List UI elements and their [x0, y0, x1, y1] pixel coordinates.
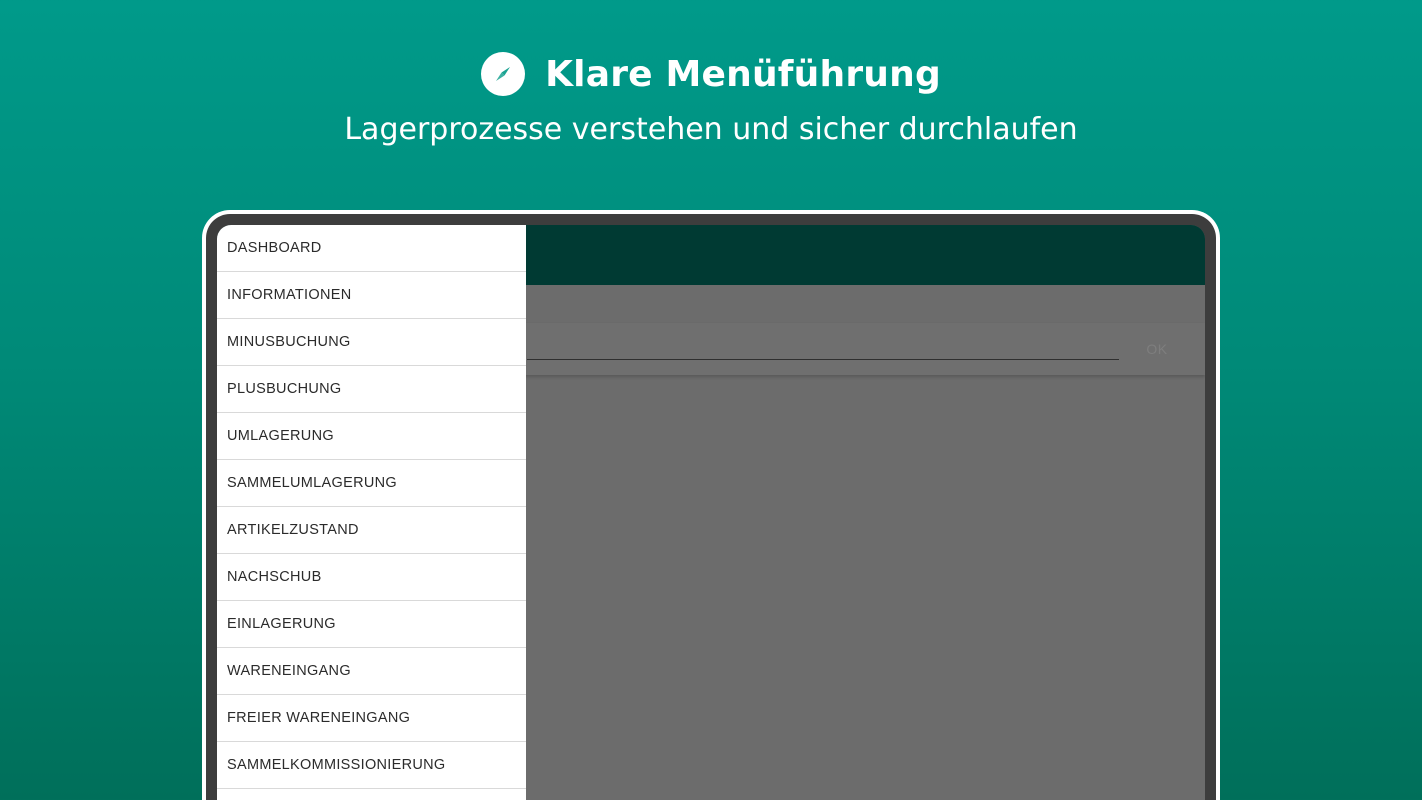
menu-item-artikelzustand[interactable]: ARTIKELZUSTAND: [217, 507, 526, 554]
page-subtitle: Lagerprozesse verstehen und sicher durch…: [344, 112, 1078, 147]
tablet-frame: OK DASHBOARD INFORMATIONEN MINUSBUCHUNG …: [202, 210, 1220, 800]
menu-item-einlagerung[interactable]: EINLAGERUNG: [217, 601, 526, 648]
tablet-bezel: OK DASHBOARD INFORMATIONEN MINUSBUCHUNG …: [206, 214, 1216, 800]
menu-item-sammelumlagerung[interactable]: SAMMELUMLAGERUNG: [217, 460, 526, 507]
menu-item-minusbuchung[interactable]: MINUSBUCHUNG: [217, 319, 526, 366]
menu-item-dashboard[interactable]: DASHBOARD: [217, 225, 526, 272]
menu-item-informationen[interactable]: INFORMATIONEN: [217, 272, 526, 319]
navigation-drawer: DASHBOARD INFORMATIONEN MINUSBUCHUNG PLU…: [217, 225, 526, 800]
headline: Klare Menüführung: [0, 52, 1422, 96]
menu-item-plusbuchung[interactable]: PLUSBUCHUNG: [217, 366, 526, 413]
compass-icon: [481, 52, 526, 96]
menu-item-nachschub[interactable]: NACHSCHUB: [217, 554, 526, 601]
search-input[interactable]: [527, 359, 1119, 360]
menu-item-freier-wareneingang[interactable]: FREIER WARENEINGANG: [217, 695, 526, 742]
menu-item-umlagerung[interactable]: UMLAGERUNG: [217, 413, 526, 460]
page-title: Klare Menüführung: [545, 53, 941, 95]
ok-button[interactable]: OK: [1129, 337, 1185, 361]
app-screen: OK DASHBOARD INFORMATIONEN MINUSBUCHUNG …: [217, 225, 1205, 800]
menu-item-wareneingang[interactable]: WARENEINGANG: [217, 648, 526, 695]
menu-item-sammelkommissionierung[interactable]: SAMMELKOMMISSIONIERUNG: [217, 742, 526, 789]
